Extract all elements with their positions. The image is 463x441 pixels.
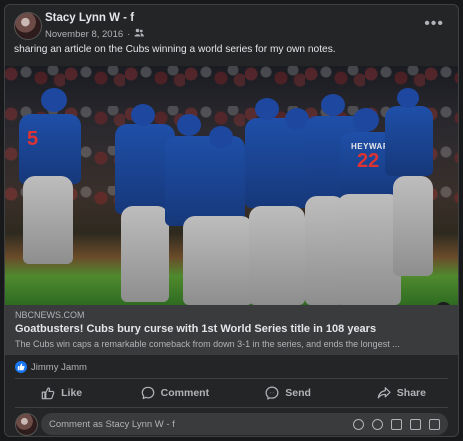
action-bar: Like Comment Send Share: [5, 379, 458, 407]
comment-icon: [141, 386, 154, 400]
like-icon: [15, 361, 27, 373]
player-figure: [337, 194, 401, 305]
player-helmet: [131, 104, 155, 126]
share-icon: [377, 387, 391, 399]
author-avatar[interactable]: [14, 12, 42, 40]
player-helmet: [397, 88, 419, 108]
jersey-number-left: 5: [27, 128, 39, 150]
share-button[interactable]: Share: [345, 379, 458, 407]
more-options-icon[interactable]: •••: [424, 15, 444, 33]
link-description: The Cubs win caps a remarkable comeback …: [15, 339, 400, 349]
comment-button[interactable]: Comment: [118, 379, 231, 407]
gif-icon[interactable]: [410, 419, 421, 430]
post-header: Stacy Lynn W - f November 8, 2016 · •••: [5, 5, 458, 45]
comment-placeholder: Comment as Stacy Lynn W - f: [49, 418, 175, 430]
player-helmet: [255, 98, 279, 120]
jersey-number: 22: [357, 150, 380, 172]
commenter-avatar[interactable]: [15, 413, 38, 436]
reaction-names[interactable]: Jimmy Jamm: [31, 362, 87, 373]
player-helmet: [353, 108, 379, 132]
player-figure: [23, 176, 73, 264]
send-label: Send: [285, 387, 311, 399]
comment-icon-group: [353, 419, 440, 430]
post-date[interactable]: November 8, 2016: [45, 29, 123, 40]
comment-label: Comment: [160, 387, 210, 399]
sticker-icon[interactable]: [429, 419, 440, 430]
send-button[interactable]: Send: [232, 379, 345, 407]
post-meta: November 8, 2016 ·: [45, 28, 145, 40]
share-label: Share: [396, 387, 426, 399]
player-figure: [121, 206, 169, 302]
player-figure: [385, 106, 433, 176]
link-domain: NBCNEWS.COM: [15, 310, 85, 320]
messenger-icon: [265, 386, 279, 400]
like-label: Like: [61, 387, 83, 399]
player-figure: [393, 176, 433, 276]
comment-input[interactable]: Comment as Stacy Lynn W - f: [41, 413, 448, 435]
player-helmet: [209, 126, 233, 148]
link-preview[interactable]: NBCNEWS.COM Goatbusters! Cubs bury curse…: [5, 305, 458, 355]
thumbs-up-icon: [41, 387, 55, 400]
player-figure: [165, 136, 245, 226]
reaction-summary[interactable]: Jimmy Jamm: [15, 361, 87, 373]
emoji-icon[interactable]: [372, 419, 383, 430]
link-headline[interactable]: Goatbusters! Cubs bury curse with 1st Wo…: [15, 323, 376, 335]
author-name[interactable]: Stacy Lynn W - f: [45, 12, 134, 24]
post-caption: sharing an article on the Cubs winning a…: [14, 44, 336, 55]
article-photo[interactable]: 5 HEYWARD 22 i: [5, 66, 458, 305]
post-card: Stacy Lynn W - f November 8, 2016 · ••• …: [4, 4, 459, 437]
player-helmet: [41, 88, 67, 112]
like-button[interactable]: Like: [5, 379, 118, 407]
avatar-sticker-icon[interactable]: [353, 419, 364, 430]
player-helmet: [321, 94, 345, 116]
camera-icon[interactable]: [391, 419, 402, 430]
info-icon[interactable]: i: [435, 302, 452, 305]
player-figure: [249, 206, 305, 305]
player-figure: [183, 216, 253, 305]
divider: [15, 407, 448, 408]
comment-composer: Comment as Stacy Lynn W - f: [5, 409, 458, 436]
player-helmet: [177, 114, 201, 136]
friends-icon: [134, 28, 145, 40]
